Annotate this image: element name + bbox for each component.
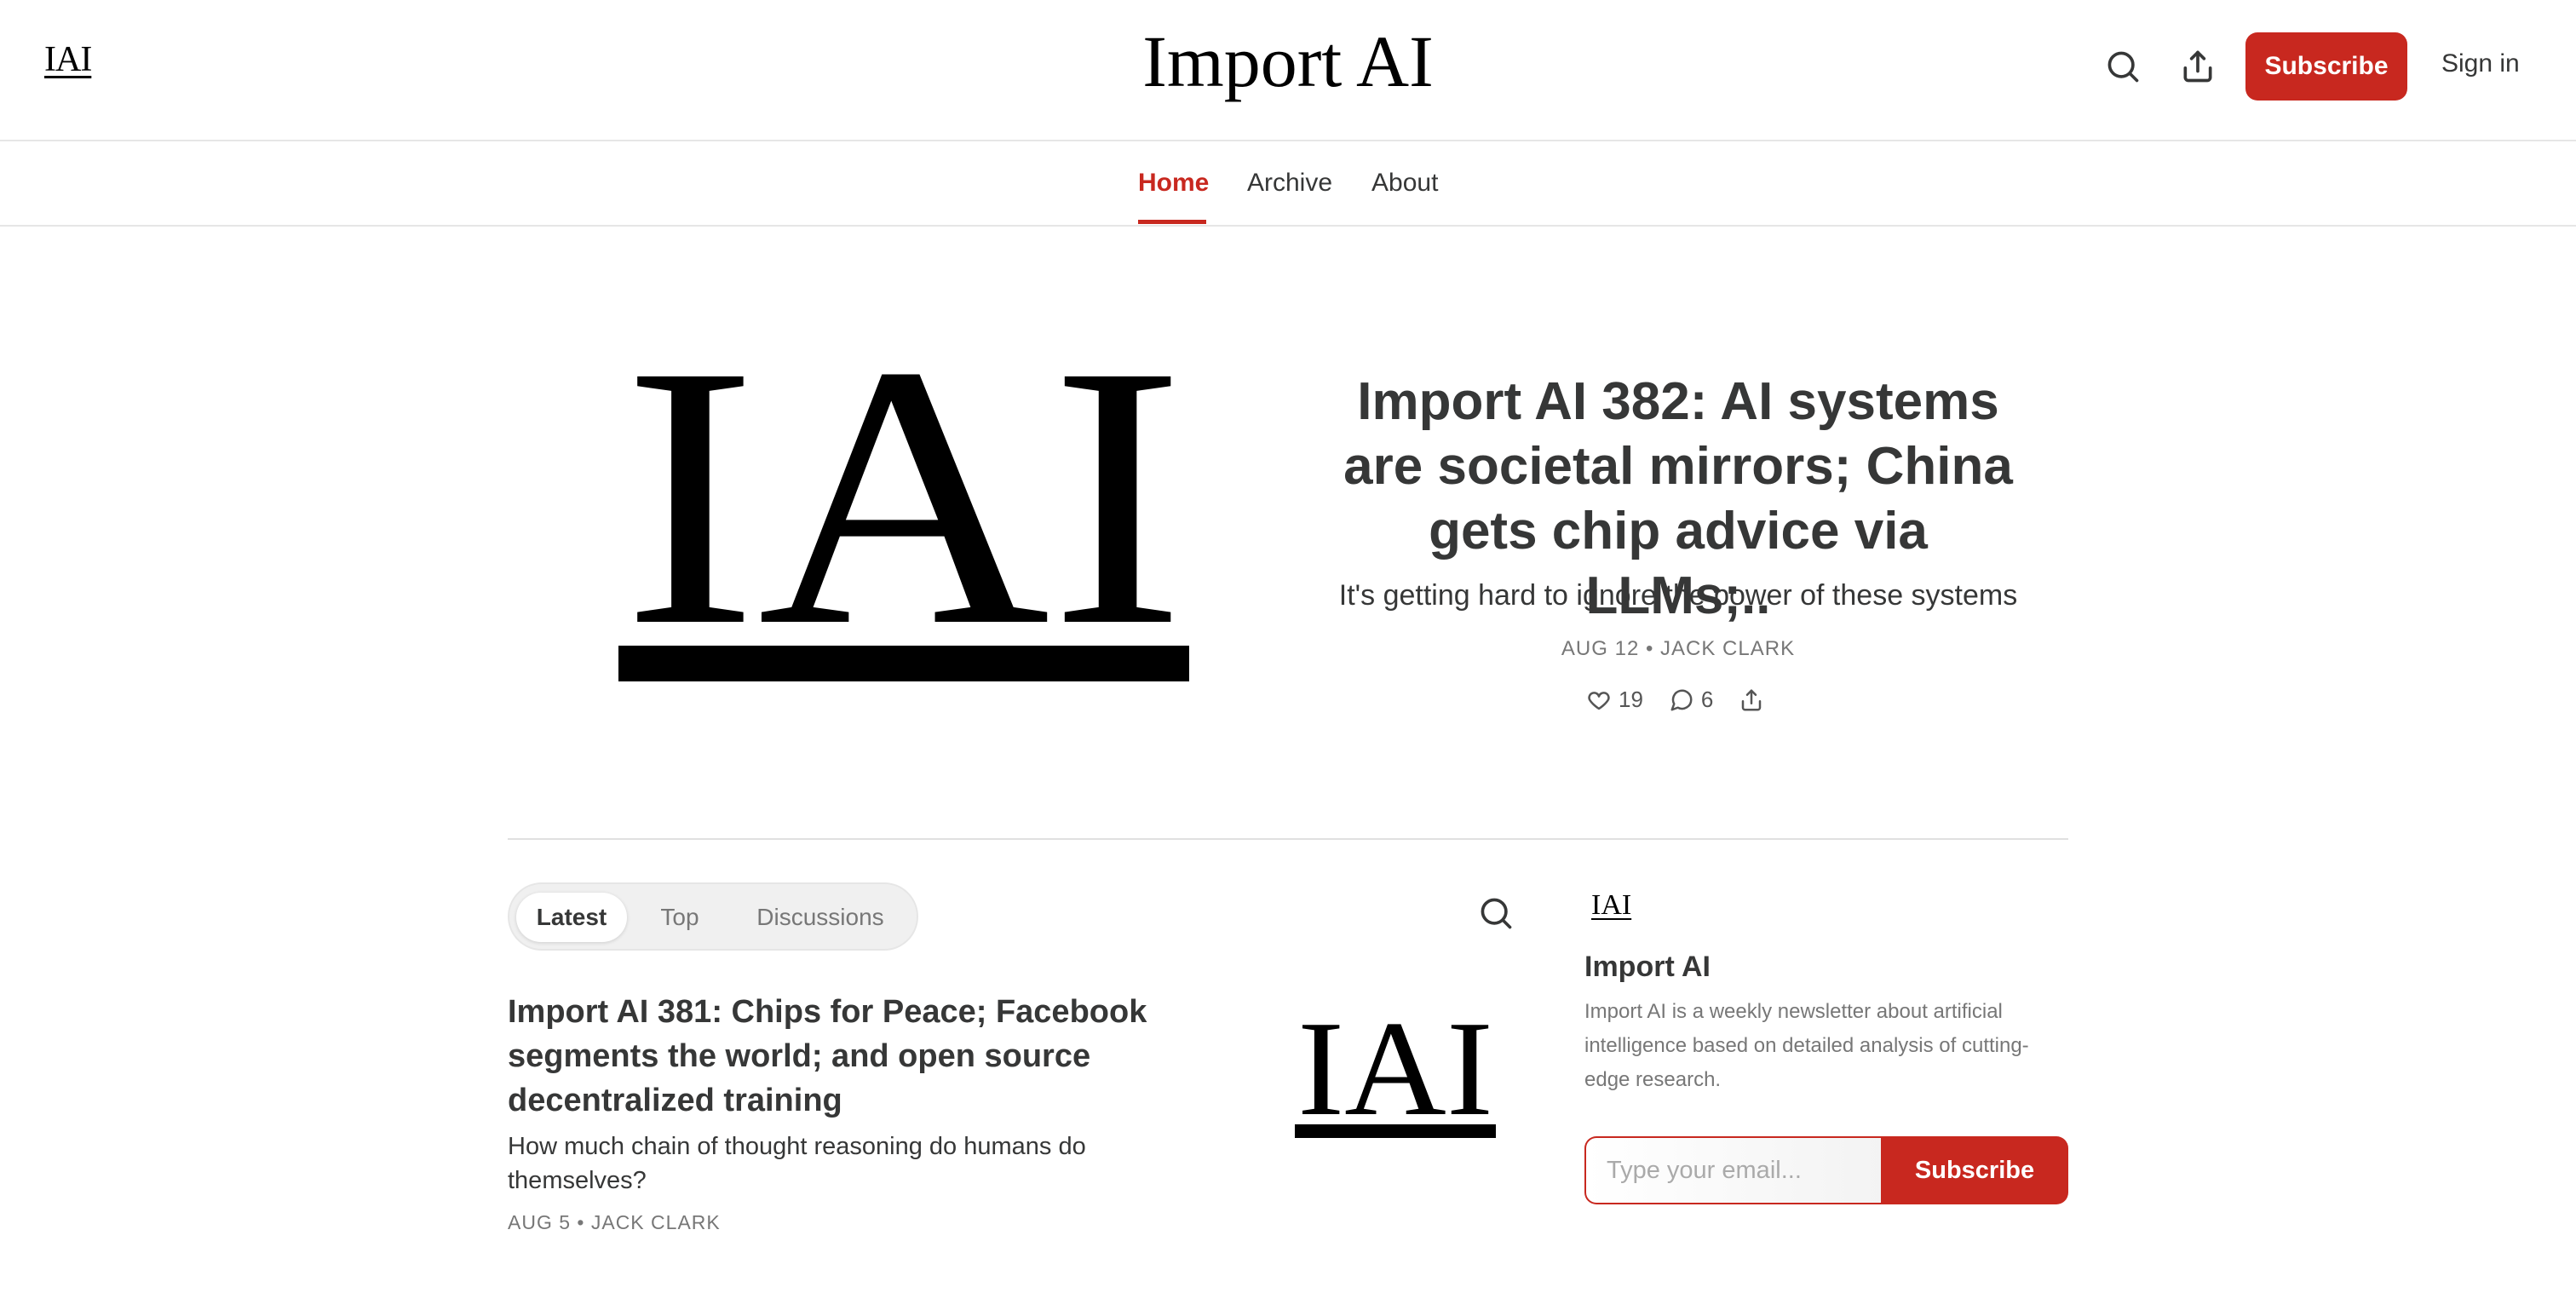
main-nav: Home Archive About [0, 143, 2576, 227]
tab-top[interactable]: Top [646, 893, 714, 942]
share-icon[interactable] [2176, 44, 2220, 89]
hero-post-subtitle: It's getting hard to ignore the power of… [1338, 579, 2018, 612]
sidebar-logo[interactable]: IAI [1591, 889, 1631, 922]
section-divider [508, 838, 2068, 840]
post-title[interactable]: Import AI 381: Chips for Peace; Facebook… [508, 990, 1189, 1123]
nav-active-indicator [1138, 220, 1206, 224]
sign-in-link[interactable]: Sign in [2441, 49, 2520, 78]
subscribe-button[interactable]: Subscribe [2245, 32, 2407, 101]
share-icon [1742, 689, 1762, 710]
post-thumb-bar [1295, 1124, 1496, 1138]
nav-archive[interactable]: Archive [1247, 169, 1332, 198]
sidebar-description: Import AI is a weekly newsletter about a… [1584, 1000, 2029, 1091]
sidebar-subscribe-button[interactable]: Subscribe [1881, 1136, 2068, 1204]
post-share-button[interactable] [1739, 687, 1764, 713]
post-thumb-text: IAI [1297, 1005, 1493, 1138]
sidebar-title: Import AI [1584, 951, 1711, 983]
hero-post-meta: AUG 12 • JACK CLARK [1561, 637, 1796, 660]
post-list-tabs: Latest Top Discussions [508, 882, 918, 951]
nav-about[interactable]: About [1371, 169, 1438, 198]
post-thumbnail[interactable]: IAI [1295, 1005, 1496, 1138]
comment-count: 6 [1700, 687, 1714, 712]
hero-logo-bar [618, 646, 1189, 681]
hero-post-actions: 19 6 [1586, 687, 1764, 713]
search-icon[interactable] [1477, 894, 1515, 932]
comment-button[interactable]: 6 [1669, 687, 1713, 713]
like-count: 19 [1619, 687, 1643, 712]
tab-latest[interactable]: Latest [516, 893, 627, 942]
site-header: IAI Import AI Subscribe Sign in [0, 0, 2576, 141]
post-subtitle: How much chain of thought reasoning do h… [508, 1133, 1086, 1194]
search-icon[interactable] [2101, 44, 2145, 89]
email-input[interactable] [1584, 1136, 1883, 1204]
tab-discussions[interactable]: Discussions [739, 893, 901, 942]
post-meta: AUG 5 • JACK CLARK [508, 1211, 721, 1233]
nav-home[interactable]: Home [1138, 169, 1209, 198]
like-button[interactable]: 19 [1586, 687, 1643, 713]
hero-logo-image[interactable]: IAI [618, 332, 1189, 681]
heart-icon [1588, 691, 1610, 710]
comment-icon [1670, 689, 1693, 710]
hero-logo-text: IAI [623, 332, 1185, 681]
